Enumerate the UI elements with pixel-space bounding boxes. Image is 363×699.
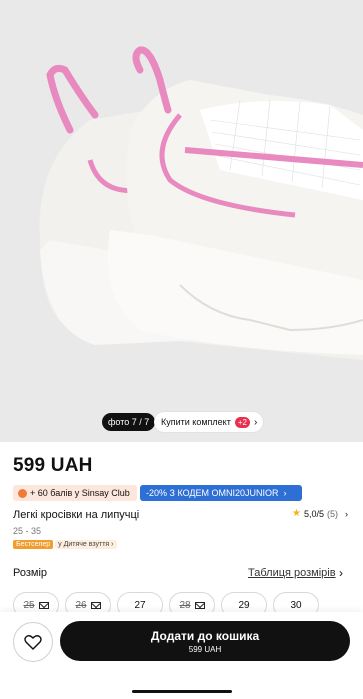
- size-value: 27: [134, 599, 146, 611]
- size-value: 26: [75, 599, 87, 611]
- promo-code-banner[interactable]: -20% З КОДЕМ OMNI20JUNIOR ›: [140, 485, 302, 501]
- kit-count-badge: +2: [234, 416, 250, 428]
- chevron-right-icon: ›: [283, 488, 287, 498]
- product-badges: Бестселер у Дитяче взуття ›: [13, 540, 117, 549]
- size-value: 28: [179, 599, 191, 611]
- category-badge-text: у Дитяче взуття: [58, 541, 110, 548]
- category-badge[interactable]: у Дитяче взуття ›: [55, 540, 117, 549]
- club-points-badge: + 60 балів у Sinsay Club: [13, 485, 137, 501]
- club-points-text: + 60 балів у Sinsay Club: [30, 488, 130, 498]
- review-count: (5): [327, 508, 338, 519]
- size-table-link[interactable]: Таблиця розмірів: [248, 567, 336, 579]
- chevron-right-icon: ›: [345, 508, 348, 519]
- notify-mail-icon: [38, 601, 49, 609]
- product-title: Легкі кросівки на липучці: [13, 509, 140, 521]
- notify-mail-icon: [194, 601, 205, 609]
- size-value: 30: [290, 599, 302, 611]
- bestseller-badge: Бестселер: [13, 540, 54, 549]
- promo-code-text: -20% З КОДЕМ OMNI20JUNIOR: [146, 488, 279, 498]
- age-range: 25 - 35: [13, 526, 42, 536]
- product-price: 599 UAH: [13, 455, 93, 476]
- favorite-button[interactable]: [13, 622, 53, 662]
- rating-value: 5,0/5: [303, 508, 324, 519]
- star-icon: ★: [292, 508, 301, 519]
- photo-counter: фото 7 / 7: [102, 413, 156, 431]
- add-to-cart-button[interactable]: Додати до кошика 599 UAH: [60, 621, 350, 661]
- size-value: 25: [23, 599, 35, 611]
- product-image[interactable]: фото 7 / 7 Купити комплект +2 ›: [0, 0, 363, 442]
- product-rating[interactable]: ★ 5,0/5 (5) ›: [292, 508, 348, 519]
- buy-kit-label: Купити комплект: [161, 417, 231, 427]
- add-to-cart-label: Додати до кошика: [150, 628, 260, 643]
- sneaker-illustration: [0, 0, 363, 442]
- photo-counter-text: фото 7 / 7: [108, 417, 150, 427]
- home-indicator: [132, 690, 232, 693]
- size-label: Розмір: [13, 567, 48, 579]
- heart-icon: [24, 635, 42, 650]
- add-to-cart-price: 599 UAH: [188, 644, 222, 654]
- chevron-right-icon: ›: [339, 566, 343, 580]
- club-icon: [18, 488, 27, 498]
- buy-kit-button[interactable]: Купити комплект +2 ›: [154, 412, 264, 432]
- size-value: 29: [238, 599, 250, 611]
- notify-mail-icon: [90, 601, 101, 609]
- chevron-right-icon: ›: [253, 416, 258, 428]
